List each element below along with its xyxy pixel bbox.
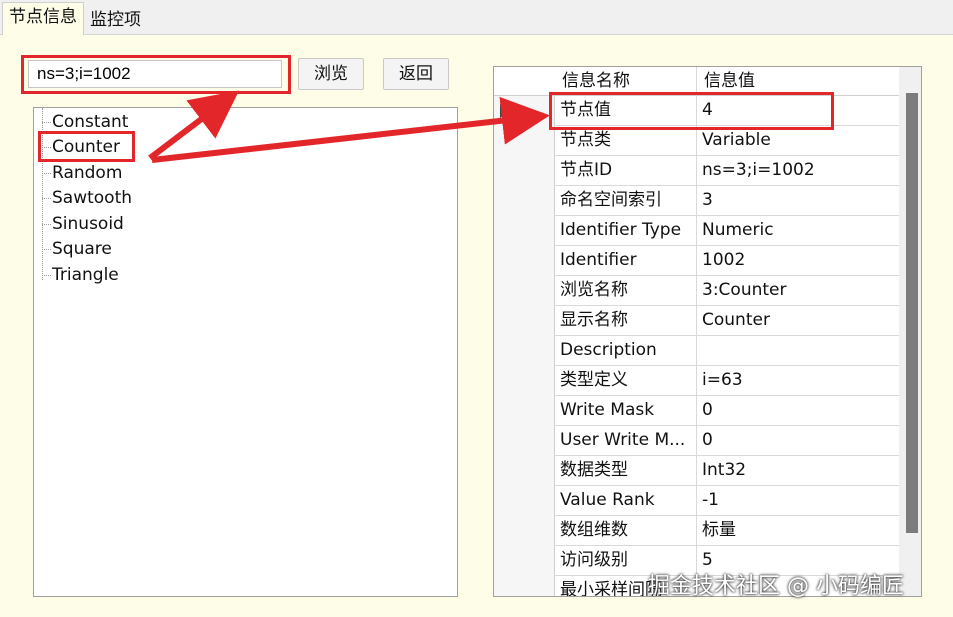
watermark: 掘金技术社区 @ 小码编匠 (648, 574, 904, 599)
tab-node-info[interactable]: 节点信息 (2, 2, 84, 35)
annotation-arrows (148, 90, 550, 163)
arrow-to-input-icon (148, 90, 240, 161)
arrow-to-value-icon (151, 96, 550, 163)
